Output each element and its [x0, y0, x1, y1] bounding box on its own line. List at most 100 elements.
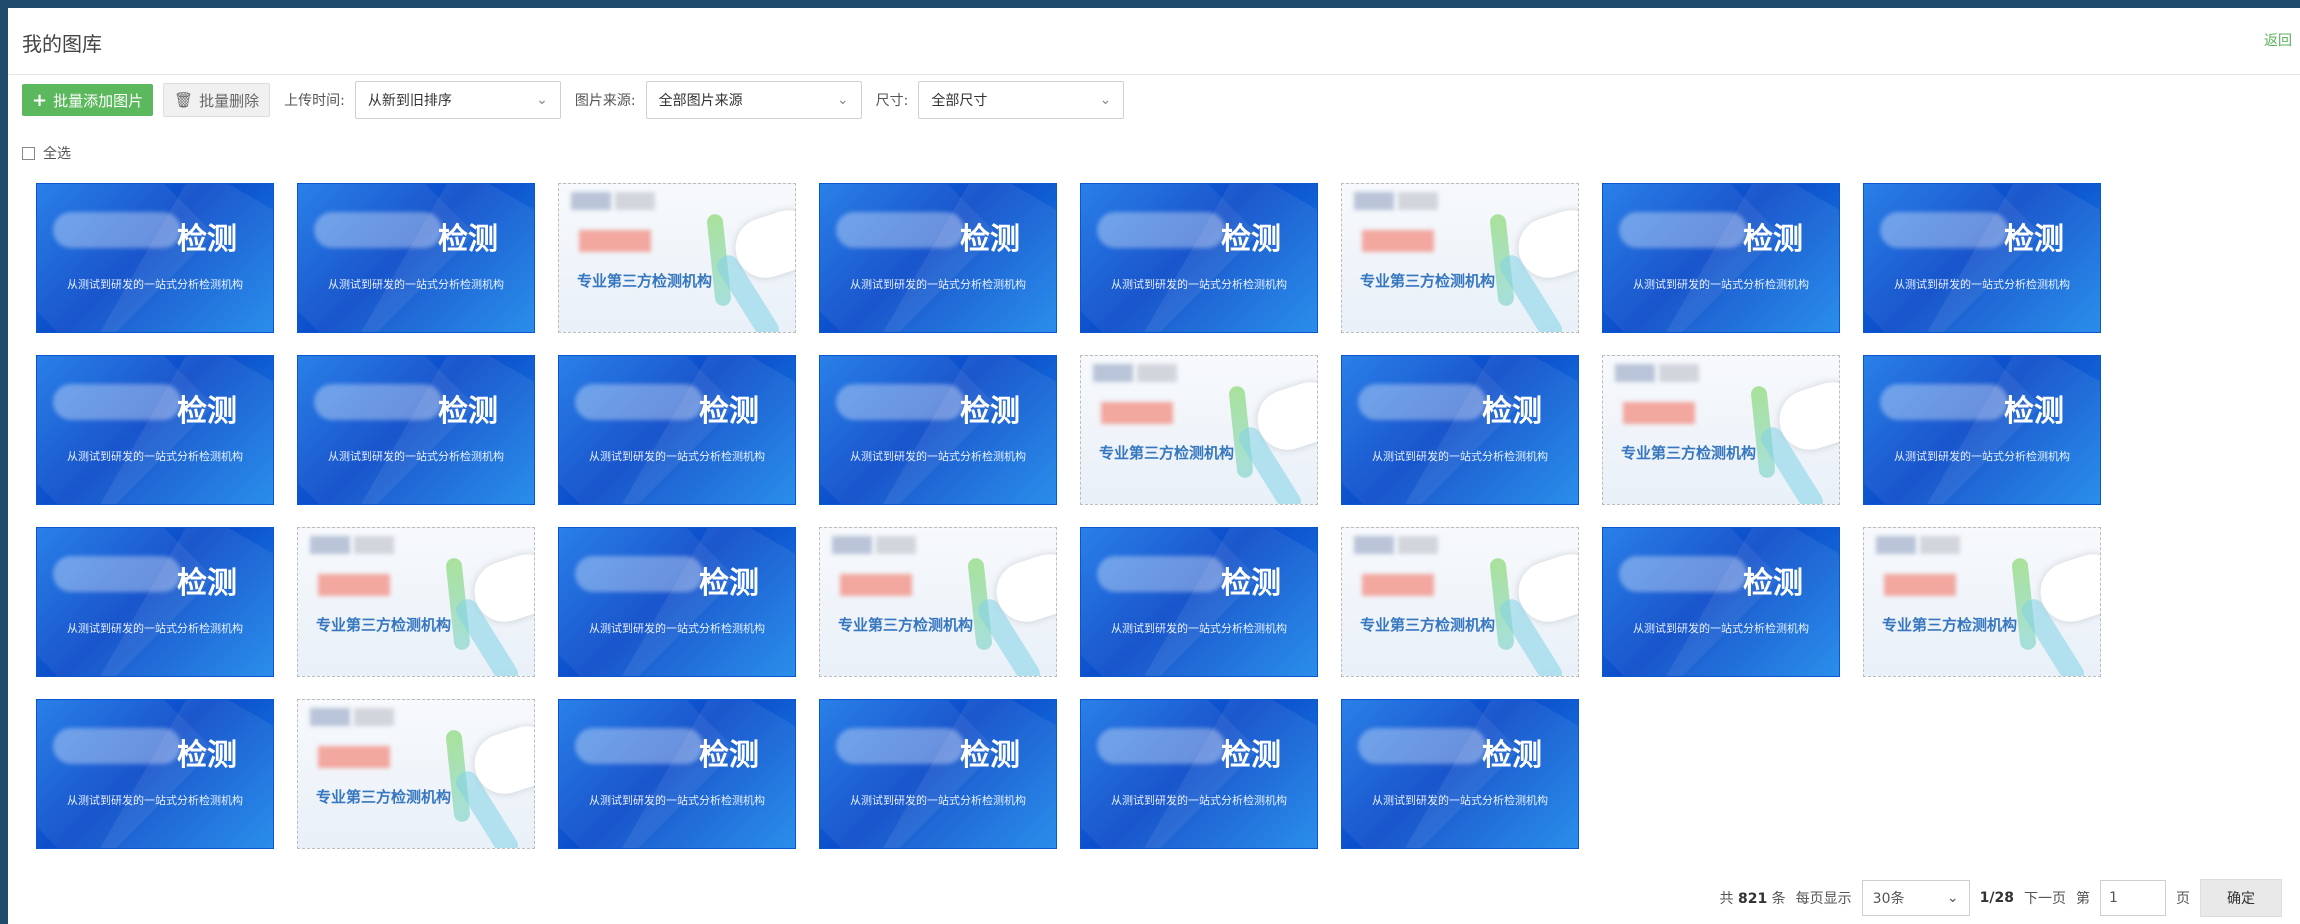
blurred-text	[310, 536, 350, 554]
image-thumbnail[interactable]: 专业第三方检测机构	[1602, 355, 1840, 505]
select-all[interactable]: 全选	[22, 143, 71, 163]
blurred-text	[840, 574, 912, 596]
image-thumbnail[interactable]: 检测 从测试到研发的一站式分析检测机构	[297, 355, 535, 505]
image-thumbnail[interactable]: 检测 从测试到研发的一站式分析检测机构	[36, 699, 274, 849]
thumbnail-subtitle: 从测试到研发的一站式分析检测机构	[850, 278, 1026, 291]
blurred-text	[836, 728, 964, 764]
blurred-text	[832, 536, 872, 554]
thumbnail-headline: 检测	[699, 566, 759, 601]
thumbnail-headline: 检测	[1221, 222, 1281, 257]
blurred-text	[1101, 402, 1173, 424]
blurred-text	[1097, 556, 1225, 592]
thumbnail-subtitle: 从测试到研发的一站式分析检测机构	[589, 794, 765, 807]
thumbnail-headline: 检测	[177, 566, 237, 601]
thumbnail-subtitle: 从测试到研发的一站式分析检测机构	[850, 794, 1026, 807]
image-thumbnail[interactable]: 检测 从测试到研发的一站式分析检测机构	[36, 183, 274, 333]
blurred-text	[575, 556, 703, 592]
blurred-text	[53, 384, 181, 420]
thumbnail-caption: 专业第三方检测机构	[577, 272, 713, 290]
thumbnail-headline: 检测	[438, 222, 498, 257]
blurred-text	[1097, 212, 1225, 248]
image-source-select[interactable]: 全部图片来源 ⌄	[645, 81, 862, 119]
image-source-value: 全部图片来源	[658, 93, 743, 109]
total-number: 821	[1737, 891, 1768, 907]
image-thumbnail[interactable]: 检测从测试到研发的一站式分析检测机构	[558, 527, 796, 677]
image-thumbnail[interactable]: 检测 从测试到研发的一站式分析检测机构	[1341, 355, 1579, 505]
image-thumbnail[interactable]: 专业第三方检测机构	[297, 699, 535, 849]
image-thumbnail[interactable]: 专业第三方检测机构	[1341, 183, 1579, 333]
back-link[interactable]: 返回	[2264, 30, 2292, 50]
image-thumbnail[interactable]: 检测 从测试到研发的一站式分析检测机构	[36, 355, 274, 505]
image-thumbnail[interactable]: 专业第三方检测机构	[558, 183, 796, 333]
image-thumbnail[interactable]: 检测 从测试到研发的一站式分析检测机构	[558, 355, 796, 505]
per-page-select[interactable]: 30条 ⌄	[1861, 880, 1970, 916]
image-thumbnail[interactable]: 检测 从测试到研发的一站式分析检测机构	[1602, 527, 1840, 677]
blurred-text	[53, 212, 181, 248]
image-thumbnail[interactable]: 检测 从测试到研发的一站式分析检测机构	[1080, 699, 1318, 849]
image-thumbnail[interactable]: 专业第三方检测机构	[297, 527, 535, 677]
blurred-text	[1880, 384, 2008, 420]
image-thumbnail[interactable]: 检测 从测试到研发的一站式分析检测机构	[1341, 699, 1579, 849]
image-thumbnail[interactable]: 专业第三方检测机构	[1341, 527, 1579, 677]
thumbnail-headline: 检测	[177, 738, 237, 773]
image-thumbnail[interactable]: 专业第三方检测机构	[819, 527, 1057, 677]
goto-suffix: 页	[2176, 891, 2190, 907]
image-thumbnail[interactable]: 检测 从测试到研发的一站式分析检测机构	[1080, 527, 1318, 677]
image-thumbnail[interactable]: 检测 从测试到研发的一站式分析检测机构	[1863, 183, 2101, 333]
next-page-link[interactable]: 下一页	[2024, 888, 2066, 908]
blurred-text	[1354, 536, 1394, 554]
thumbnail-subtitle: 从测试到研发的一站式分析检测机构	[589, 622, 765, 635]
blurred-text	[1615, 364, 1655, 382]
blurred-text	[836, 212, 964, 248]
blurred-text	[1137, 364, 1177, 382]
page-status: 1/28	[1979, 890, 2014, 906]
thumbnail-subtitle: 从测试到研发的一站式分析检测机构	[1111, 794, 1287, 807]
blurred-text	[1876, 536, 1916, 554]
blurred-text	[1619, 556, 1747, 592]
image-thumbnail[interactable]: 检测 从测试到研发的一站式分析检测机构	[819, 355, 1057, 505]
select-all-label: 全选	[43, 146, 71, 162]
image-thumbnail[interactable]: 检测从测试到研发的一站式分析检测机构	[819, 699, 1057, 849]
thumbnail-caption: 专业第三方检测机构	[1360, 616, 1496, 634]
page-title: 我的图库	[22, 32, 102, 56]
total-count: 共 821 条	[1720, 888, 1786, 908]
image-thumbnail[interactable]: 检测 从测试到研发的一站式分析检测机构	[558, 699, 796, 849]
thumbnail-headline: 检测	[960, 738, 1020, 773]
blurred-text	[615, 192, 655, 210]
image-thumbnail[interactable]: 检测 从测试到研发的一站式分析检测机构	[1602, 183, 1840, 333]
batch-delete-button[interactable]: 🗑 批量删除	[163, 83, 271, 117]
upload-time-select[interactable]: 从新到旧排序 ⌄	[354, 81, 561, 119]
thumbnail-caption: 专业第三方检测机构	[1621, 444, 1757, 462]
batch-add-images-button[interactable]: + 批量添加图片	[22, 84, 154, 116]
thumbnail-subtitle: 从测试到研发的一站式分析检测机构	[1111, 278, 1287, 291]
image-thumbnail[interactable]: 检测 从测试到研发的一站式分析检测机构	[1863, 355, 2101, 505]
blurred-text	[1884, 574, 1956, 596]
select-all-checkbox[interactable]	[22, 146, 35, 160]
upload-time-value: 从新到旧排序	[367, 93, 452, 109]
page-number-input[interactable]: 1	[2100, 880, 2166, 916]
image-thumbnail[interactable]: 专业第三方检测机构	[1080, 355, 1318, 505]
thumbnail-subtitle: 从测试到研发的一站式分析检测机构	[589, 450, 765, 463]
thumbnail-headline: 检测	[1221, 566, 1281, 601]
per-page-label: 每页显示	[1795, 891, 1852, 907]
blurred-text	[575, 728, 703, 764]
thumbnail-headline: 检测	[177, 394, 237, 429]
image-thumbnail[interactable]: 检测从测试到研发的一站式分析检测机构	[1080, 183, 1318, 333]
image-thumbnail[interactable]: 检测 从测试到研发的一站式分析检测机构	[297, 183, 535, 333]
total-prefix: 共	[1719, 891, 1734, 907]
blurred-text	[318, 746, 390, 768]
thumbnail-subtitle: 从测试到研发的一站式分析检测机构	[850, 450, 1026, 463]
image-thumbnail[interactable]: 检测 从测试到研发的一站式分析检测机构	[819, 183, 1057, 333]
size-select[interactable]: 全部尺寸 ⌄	[918, 81, 1125, 119]
image-thumbnail[interactable]: 专业第三方检测机构	[1863, 527, 2101, 677]
thumbnail-subtitle: 从测试到研发的一站式分析检测机构	[1372, 450, 1548, 463]
confirm-button[interactable]: 确定	[2200, 879, 2282, 917]
thumbnail-caption: 专业第三方检测机构	[316, 788, 452, 806]
blurred-text	[836, 384, 964, 420]
goto-prefix: 第	[2076, 891, 2090, 907]
blurred-text	[1362, 574, 1434, 596]
thumbnail-headline: 检测	[1743, 566, 1803, 601]
trash-icon: 🗑	[174, 91, 194, 109]
thumbnail-caption: 专业第三方检测机构	[1360, 272, 1496, 290]
image-thumbnail[interactable]: 检测 从测试到研发的一站式分析检测机构	[36, 527, 274, 677]
